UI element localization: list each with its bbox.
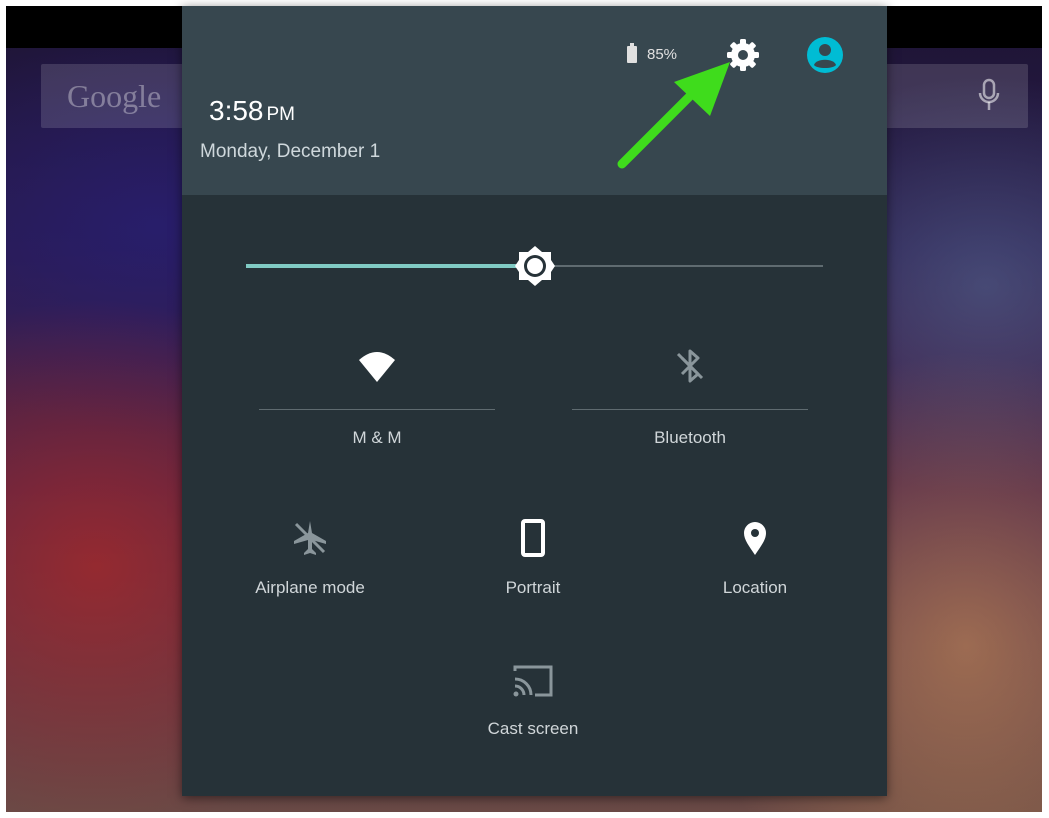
clock-time: 3:58 xyxy=(209,95,264,126)
date-label[interactable]: Monday, December 1 xyxy=(200,141,380,163)
clock[interactable]: 3:58 PM xyxy=(209,95,295,127)
tile-label-wifi: M & M xyxy=(352,428,402,447)
quick-settings-panel: 3:58 PM Monday, December 1 85% M & M Blu… xyxy=(182,6,887,796)
tile-label-bluetooth: Bluetooth xyxy=(654,428,726,447)
bluetooth-disabled-icon xyxy=(676,349,704,383)
user-avatar-icon[interactable] xyxy=(806,36,844,74)
brightness-slider[interactable] xyxy=(246,244,823,288)
tile-divider xyxy=(259,409,495,410)
tile-rotation[interactable]: Portrait xyxy=(453,518,613,618)
tile-label-airplane-mode: Airplane mode xyxy=(255,578,365,597)
cast-icon xyxy=(513,665,553,697)
tile-label-rotation: Portrait xyxy=(505,578,561,597)
brightness-thumb-icon[interactable] xyxy=(513,244,557,288)
highlight-arrow-icon xyxy=(617,62,730,169)
wifi-icon xyxy=(359,352,395,382)
tile-cast-screen[interactable]: Cast screen xyxy=(453,661,613,761)
portrait-icon xyxy=(521,519,545,557)
tile-wifi[interactable]: M & M xyxy=(259,346,495,466)
tile-airplane-mode[interactable]: Airplane mode xyxy=(230,518,390,618)
tile-location[interactable]: Location xyxy=(675,518,835,618)
tile-label-location: Location xyxy=(722,578,788,597)
airplane-off-icon xyxy=(294,521,326,555)
location-pin-icon xyxy=(744,522,766,555)
microphone-icon[interactable] xyxy=(976,78,1002,114)
tile-bluetooth[interactable]: Bluetooth xyxy=(572,346,808,466)
quick-settings-header: 3:58 PM Monday, December 1 85% xyxy=(182,6,887,195)
tile-divider xyxy=(572,409,808,410)
google-logo: Google xyxy=(67,78,162,114)
tile-label-cast-screen: Cast screen xyxy=(487,719,579,738)
clock-ampm: PM xyxy=(266,104,296,125)
brightness-fill xyxy=(246,264,535,268)
